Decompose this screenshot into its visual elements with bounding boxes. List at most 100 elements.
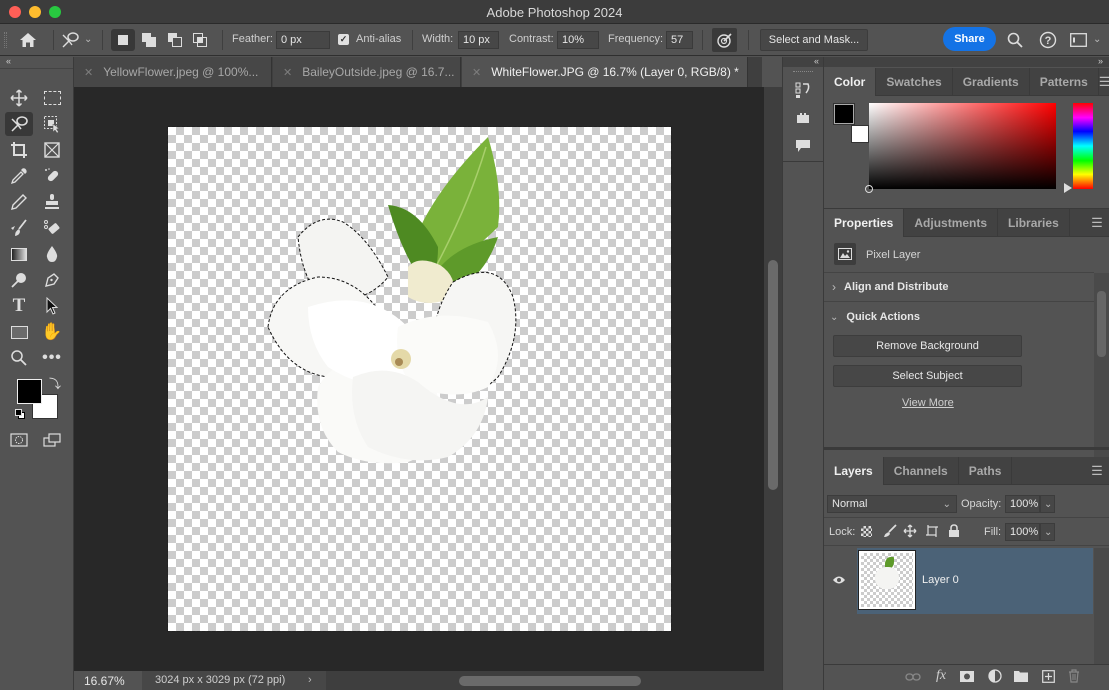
new-layer-button[interactable] [1039,668,1057,684]
horizontal-scroll-thumb[interactable] [459,676,641,686]
subtract-selection-button[interactable] [164,29,186,51]
foreground-color-swatch[interactable] [17,379,42,404]
magnetic-lasso-tool[interactable] [5,112,33,136]
blur-tool[interactable] [38,242,66,266]
color-background-swatch[interactable] [851,125,869,143]
close-tab-icon[interactable]: ✕ [472,66,481,79]
spot-healing-tool[interactable] [38,164,66,188]
history-brush-tool[interactable] [5,216,33,240]
remove-background-button[interactable]: Remove Background [833,335,1022,357]
add-to-selection-button[interactable] [138,29,160,51]
swap-colors-icon[interactable]: ⤵ [49,375,61,392]
collapse-toolbox-icon[interactable]: « [4,57,74,68]
rectangular-marquee-tool[interactable] [38,86,66,110]
hand-tool[interactable]: ✋ [38,320,66,344]
align-distribute-section[interactable]: › Align and Distribute [824,273,1094,301]
anti-alias-checkbox[interactable]: ✓ [338,34,349,45]
hue-slider[interactable] [1073,103,1093,189]
link-layers-button[interactable] [903,669,923,685]
close-tab-icon[interactable]: ✕ [283,66,292,79]
intersect-selection-button[interactable] [189,29,211,51]
pen-pressure-button[interactable] [712,28,737,52]
properties-scroll-thumb[interactable] [1097,291,1106,357]
tab-yellowflower[interactable]: ✕ YellowFlower.jpeg @ 100%... [74,57,272,87]
expand-dock-icon[interactable]: « [783,57,823,67]
layer-row[interactable]: Layer 0 [827,548,1093,614]
path-selection-tool[interactable] [38,294,66,318]
edit-toolbar-button[interactable]: ••• [38,346,66,370]
move-tool[interactable] [5,86,33,110]
horizontal-scrollbar[interactable] [326,671,782,690]
panel-menu-icon[interactable]: ☰ [1099,68,1109,95]
delete-layer-button[interactable] [1065,668,1083,684]
tab-patterns[interactable]: Patterns [1030,68,1099,96]
layer-effects-button[interactable]: fx [931,667,951,685]
adjustment-layer-button[interactable] [986,668,1004,684]
default-colors-button[interactable] [15,409,27,421]
crop-tool[interactable] [5,138,33,162]
home-button[interactable] [14,29,42,51]
rectangle-tool[interactable] [5,320,33,344]
close-tab-icon[interactable]: ✕ [84,66,93,79]
width-input[interactable]: 10 px [458,31,499,49]
view-more-link[interactable]: View More [902,397,954,409]
document-canvas[interactable] [167,126,672,632]
contrast-input[interactable]: 10% [557,31,599,49]
blend-mode-select[interactable]: Normal ⌄ [827,495,957,513]
help-button[interactable]: ? [1038,30,1058,50]
share-button[interactable]: Share [943,27,996,51]
grip-handle[interactable] [4,32,7,48]
fill-input[interactable]: 100% [1005,523,1040,541]
type-tool[interactable]: T [5,294,33,318]
tab-whiteflower[interactable]: ✕ WhiteFlower.JPG @ 16.7% (Layer 0, RGB/… [462,57,748,87]
chevron-down-icon[interactable]: ⌄ [84,34,92,45]
fill-dropdown-icon[interactable]: ⌄ [1040,523,1055,541]
select-subject-button[interactable]: Select Subject [833,365,1022,387]
tab-libraries[interactable]: Libraries [998,209,1070,237]
select-and-mask-button[interactable]: Select and Mask... [760,29,868,51]
color-foreground-swatch[interactable] [833,103,855,125]
hue-slider-handle[interactable] [1064,183,1072,193]
zoom-tool[interactable] [5,346,33,370]
workspace-button[interactable] [1069,32,1087,48]
lock-transparent-pixels-icon[interactable] [861,526,872,537]
new-group-button[interactable] [1012,668,1030,684]
gradient-tool[interactable] [5,242,33,266]
quick-actions-section[interactable]: ⌄ Quick Actions [824,303,1094,331]
layer-name[interactable]: Layer 0 [922,574,959,586]
pen-tool[interactable] [38,268,66,292]
collapse-panels-icon[interactable]: » [824,57,1109,67]
tab-gradients[interactable]: Gradients [953,68,1030,96]
lock-artboard-button[interactable] [924,523,940,539]
opacity-dropdown-icon[interactable]: ⌄ [1040,495,1055,513]
frequency-input[interactable]: 57 [666,31,693,49]
history-panel-button[interactable] [792,79,814,101]
layer-visibility-toggle[interactable] [830,572,848,588]
vertical-scroll-thumb[interactable] [768,260,778,490]
brush-tool[interactable] [5,190,33,214]
screen-mode-button[interactable] [38,428,66,452]
vertical-scrollbar[interactable] [764,87,782,671]
tool-preset-picker[interactable] [58,29,82,51]
tab-layers[interactable]: Layers [824,457,884,485]
add-mask-button[interactable] [958,669,976,683]
tab-paths[interactable]: Paths [959,457,1013,485]
workspace-chevron-icon[interactable]: ⌄ [1093,34,1101,45]
tab-properties[interactable]: Properties [824,209,905,237]
object-selection-tool[interactable] [38,112,66,136]
dodge-tool[interactable] [5,268,33,292]
panel-menu-icon[interactable]: ☰ [1085,457,1109,484]
quick-mask-button[interactable] [5,428,33,452]
tab-channels[interactable]: Channels [884,457,959,485]
lock-image-pixels-button[interactable] [882,523,898,539]
tab-adjustments[interactable]: Adjustments [904,209,999,237]
zoom-level[interactable]: 16.67% [74,671,142,690]
color-picker-handle[interactable] [865,185,873,193]
plugins-panel-button[interactable] [792,107,814,129]
status-menu-chevron-icon[interactable]: › [308,674,312,686]
frame-tool[interactable] [38,138,66,162]
panel-menu-icon[interactable]: ☰ [1085,209,1109,236]
eyedropper-tool[interactable] [5,164,33,188]
saturation-brightness-field[interactable] [865,103,1056,193]
search-button[interactable] [1006,31,1024,49]
